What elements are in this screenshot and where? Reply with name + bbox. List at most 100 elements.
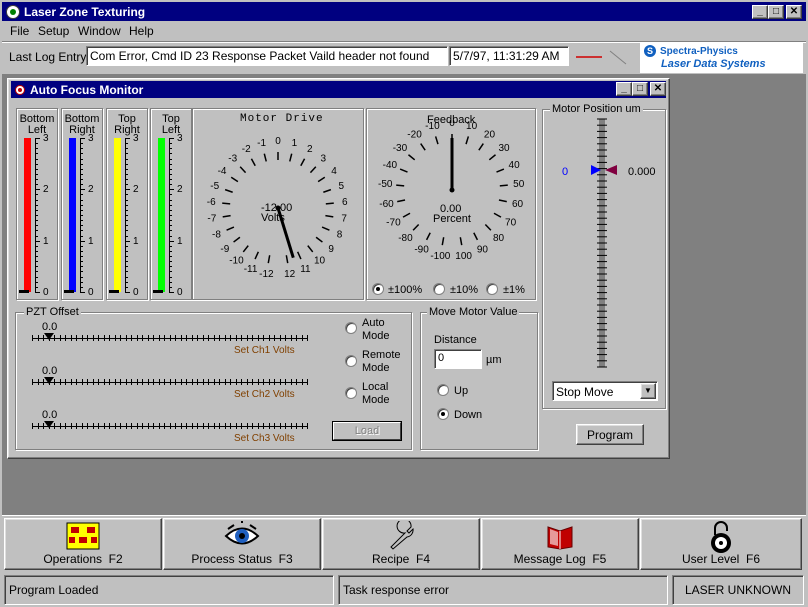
feedback-gauge-tick-label: -30 <box>393 143 408 154</box>
menu-help[interactable]: Help <box>129 24 154 38</box>
app-maximize-button[interactable]: □ <box>768 5 784 19</box>
auto-mode-label-2[interactable]: Mode <box>362 330 390 342</box>
load-button[interactable]: Load <box>333 422 401 440</box>
pzt-slider-tick <box>257 423 259 429</box>
sensor-bar-baseline <box>64 290 74 293</box>
log-message-field[interactable]: Com Error, Cmd ID 23 Response Packet Vai… <box>86 46 448 66</box>
sensor-bar-tick <box>169 286 172 288</box>
pzt-slider-tick <box>290 379 292 385</box>
range-100-radio[interactable] <box>372 283 384 295</box>
pzt-slider-tick <box>279 335 281 341</box>
move-motor-title: Move Motor Value <box>427 306 520 318</box>
feedback-gauge-tick-label: 80 <box>493 233 505 244</box>
remote-mode-radio[interactable] <box>345 355 357 367</box>
sensor-bar-tick <box>35 153 38 155</box>
range-1-label[interactable]: ±1% <box>503 284 525 296</box>
fkey-2-button[interactable]: Operations F2 <box>4 518 162 570</box>
pzt-slider-tick <box>114 423 116 429</box>
motor-drive-gauge-tick <box>325 214 334 218</box>
sensor-bar-tick <box>169 184 172 186</box>
sensor-bar-tick <box>125 168 128 170</box>
down-radio[interactable] <box>437 408 449 420</box>
app-title-bar[interactable]: Laser Zone Texturing <box>2 2 806 21</box>
remote-mode-label-1[interactable]: Remote <box>362 349 401 361</box>
sensor-bar-tick <box>125 163 128 165</box>
pzt-slider-thumb[interactable] <box>44 377 54 384</box>
range-100-label[interactable]: ±100% <box>388 284 422 296</box>
pzt-slider-tick <box>109 379 110 385</box>
sensor-bar-tick <box>80 256 83 258</box>
sensor-bar-tick <box>35 189 40 191</box>
pzt-slider-tick <box>70 335 72 341</box>
pzt-slider-thumb[interactable] <box>44 333 54 340</box>
sensor-bar-tick <box>35 271 38 273</box>
chevron-down-icon[interactable]: ▼ <box>640 383 656 399</box>
feedback-gauge-tick-label: -40 <box>383 160 398 171</box>
pzt-slider-tick <box>197 423 198 429</box>
pzt-slider-tick <box>191 379 193 385</box>
pzt-slider-tick <box>158 423 160 429</box>
sensor-bar-tick <box>125 189 130 191</box>
local-mode-label-1[interactable]: Local <box>362 381 388 393</box>
sensor-bar-tick <box>80 235 83 237</box>
pzt-slider-tick <box>147 423 149 429</box>
pzt-slider-tick <box>131 379 132 385</box>
local-mode-label-2[interactable]: Mode <box>362 394 390 406</box>
sensor-bar-tick <box>125 199 128 201</box>
book-icon <box>542 521 578 554</box>
sensor-bar-tick <box>35 250 38 252</box>
feedback-gauge-hub <box>449 187 455 193</box>
pzt-slider-tick <box>197 379 198 385</box>
motor-drive-gauge-tick <box>226 226 235 231</box>
pzt-slider-thumb[interactable] <box>44 421 54 428</box>
afm-close-button[interactable]: ✕ <box>650 82 666 96</box>
pzt-slider-tick <box>142 335 143 341</box>
down-label[interactable]: Down <box>454 409 482 421</box>
pzt-slider-tick <box>307 335 308 341</box>
pzt-slider-tick <box>213 335 215 341</box>
local-mode-radio[interactable] <box>345 387 357 399</box>
feedback-gauge-tick <box>441 237 445 246</box>
sensor-bar-label-2: Right <box>69 124 95 136</box>
menu-window[interactable]: Window <box>78 24 121 38</box>
afm-maximize-button[interactable]: □ <box>632 82 648 96</box>
afm-title-bar[interactable]: Auto Focus Monitor <box>11 81 666 98</box>
pzt-slider-tick <box>219 379 220 385</box>
app-icon[interactable] <box>6 4 20 19</box>
sensor-bar-scale-label: 3 <box>177 133 183 144</box>
motor-position-right-pointer[interactable] <box>605 165 617 175</box>
sensor-bar-tick <box>169 230 172 232</box>
log-timestamp-field[interactable]: 5/7/97, 11:31:29 AM <box>449 46 569 66</box>
up-radio[interactable] <box>437 384 449 396</box>
motor-drive-gauge-tick-label: -9 <box>220 244 229 255</box>
range-10-radio[interactable] <box>433 283 445 295</box>
up-label[interactable]: Up <box>454 385 468 397</box>
sensor-bar-scale-label: 0 <box>133 287 139 298</box>
auto-mode-label-1[interactable]: Auto <box>362 317 385 329</box>
app-close-button[interactable]: ✕ <box>786 5 802 19</box>
eye-icon <box>224 521 260 554</box>
menu-file[interactable]: File <box>10 24 29 38</box>
fkey-5-button[interactable]: Message Log F5 <box>481 518 639 570</box>
auto-mode-radio[interactable] <box>345 322 357 334</box>
stop-move-select[interactable]: Stop Move ▼ <box>552 381 658 401</box>
range-10-label[interactable]: ±10% <box>450 284 478 296</box>
range-1-radio[interactable] <box>486 283 498 295</box>
sensor-bar-tick <box>125 153 128 155</box>
sensor-bar-tick <box>80 199 83 201</box>
motor-drive-gauge-tick <box>309 166 317 174</box>
pzt-slider-tick <box>241 335 242 341</box>
feedback-gauge-tick <box>434 136 439 145</box>
fkey-4-button[interactable]: Recipe F4 <box>322 518 480 570</box>
fkey-6-button[interactable]: User Level F6 <box>640 518 802 570</box>
program-button[interactable]: Program <box>576 424 644 445</box>
menu-setup[interactable]: Setup <box>38 24 69 38</box>
remote-mode-label-2[interactable]: Mode <box>362 362 390 374</box>
menu-bar: File Setup Window Help <box>2 22 806 40</box>
afm-minimize-button[interactable]: _ <box>616 82 632 96</box>
motor-position-scale[interactable] <box>585 115 625 370</box>
distance-input[interactable]: 0 <box>434 349 482 369</box>
app-minimize-button[interactable]: _ <box>752 5 768 19</box>
fkey-3-button[interactable]: Process Status F3 <box>163 518 321 570</box>
pzt-slider-tick <box>307 423 308 429</box>
